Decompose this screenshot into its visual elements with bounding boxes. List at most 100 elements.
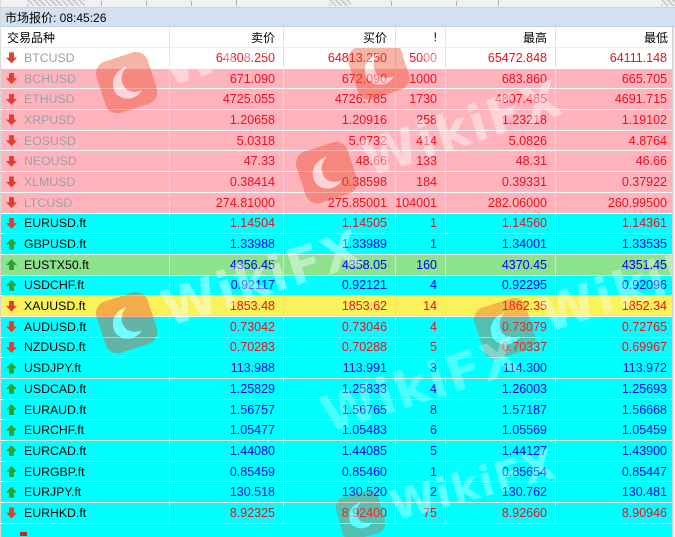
symbol-label: BTCUSD [24, 51, 75, 65]
table-row[interactable]: EURCAD.ft 1.44080 1.44085 5 1.44127 1.43… [1, 441, 675, 462]
trend-arrow-icon [6, 487, 17, 498]
table-row[interactable]: LTCUSD 274.81000 275.85001 104001 282.06… [1, 193, 675, 214]
trend-arrow-icon [6, 280, 17, 291]
spread-cell: 1 [396, 234, 446, 254]
high-cell: 1.57187 [446, 400, 556, 420]
ask-cell: 672.090 [284, 69, 396, 89]
header-ask[interactable]: 买价 [284, 27, 396, 47]
low-cell: 130.481 [556, 482, 675, 502]
table-row[interactable]: USDCHF.ft 0.92117 0.92121 4 0.92295 0.92… [1, 276, 675, 297]
spread-cell: 104001 [396, 193, 446, 213]
low-cell: 1.43900 [556, 441, 675, 461]
trend-arrow-icon [6, 321, 17, 332]
table-row[interactable]: EURHKD.ft 8.92325 8.92400 75 8.92660 8.9… [1, 503, 675, 524]
table-row[interactable]: NEOUSD 47.33 48.66 133 48.31 46.66 [1, 151, 675, 172]
ask-cell: 0.92121 [284, 276, 396, 296]
low-cell: 0.72765 [556, 317, 675, 337]
low-cell: 4691.715 [556, 89, 675, 109]
low-cell: 8.90946 [556, 503, 675, 523]
low-cell: 113.972 [556, 358, 675, 378]
low-cell: 4.8764 [556, 131, 675, 151]
header-high[interactable]: 最高 [446, 27, 556, 47]
bid-cell: 1.14504 [170, 214, 284, 234]
table-row[interactable]: EURAUD.ft 1.56757 1.56765 8 1.57187 1.56… [1, 400, 675, 421]
high-cell: 0.92295 [446, 276, 556, 296]
table-row-partial[interactable] [1, 524, 675, 537]
bid-cell: 47.33 [170, 151, 284, 171]
table-row[interactable]: USDCAD.ft 1.25829 1.25833 4 1.26003 1.25… [1, 379, 675, 400]
low-cell: 665.705 [556, 69, 675, 89]
bid-cell: 4725.055 [170, 89, 284, 109]
header-low[interactable]: 最低 [556, 27, 675, 47]
table-row[interactable]: XAUUSD.ft 1853.48 1853.62 14 1862.35 185… [1, 296, 675, 317]
bid-cell: 1.20658 [170, 110, 284, 130]
symbol-cell: BTCUSD [1, 48, 170, 68]
ask-cell: 0.38598 [284, 172, 396, 192]
table-row[interactable]: EURJPY.ft 130.518 130.520 2 130.762 130.… [1, 482, 675, 503]
ask-cell: 48.66 [284, 151, 396, 171]
symbol-cell: NZDUSD.ft [1, 338, 170, 358]
symbol-label: EURUSD.ft [24, 216, 86, 230]
table-row[interactable]: EURGBP.ft 0.85459 0.85460 1 0.85654 0.85… [1, 462, 675, 483]
table-row[interactable]: XLMUSD 0.38414 0.38598 184 0.39331 0.379… [1, 172, 675, 193]
bid-cell: 130.518 [170, 482, 284, 502]
symbol-label: USDCAD.ft [24, 382, 86, 396]
high-cell: 130.762 [446, 482, 556, 502]
table-row[interactable]: BCHUSD 671.090 672.090 1000 683.860 665.… [1, 69, 675, 90]
high-cell: 114.300 [446, 358, 556, 378]
spread-cell: 4 [396, 379, 446, 399]
bid-cell: 1.56757 [170, 400, 284, 420]
trend-arrow-icon [6, 218, 17, 229]
table-row[interactable]: NZDUSD.ft 0.70283 0.70288 5 0.70337 0.69… [1, 338, 675, 359]
table-row[interactable]: EUSTX50.ft 4356.45 4358.05 160 4370.45 4… [1, 255, 675, 276]
symbol-cell: EOSUSD [1, 131, 170, 151]
high-cell: 48.31 [446, 151, 556, 171]
spread-cell: 1 [396, 462, 446, 482]
symbol-label: EOSUSD [24, 134, 76, 148]
table-row[interactable]: XRPUSD 1.20658 1.20916 258 1.23218 1.191… [1, 110, 675, 131]
trend-arrow-icon [6, 363, 17, 374]
table-row[interactable]: EURUSD.ft 1.14504 1.14505 1 1.14560 1.14… [1, 214, 675, 235]
low-cell: 0.69967 [556, 338, 675, 358]
bid-cell: 671.090 [170, 69, 284, 89]
toolbar-tick [391, 1, 392, 6]
trend-arrow-icon [20, 532, 27, 536]
trend-arrow-icon [6, 507, 17, 518]
table-row[interactable]: EOSUSD 5.0318 5.0732 414 5.0826 4.8764 [1, 131, 675, 152]
table-row[interactable]: GBPUSD.ft 1.33988 1.33989 1 1.34001 1.33… [1, 234, 675, 255]
symbol-cell: EURJPY.ft [1, 482, 170, 502]
header-symbol[interactable]: 交易品种 [1, 27, 170, 47]
table-row[interactable]: AUDUSD.ft 0.73042 0.73046 4 0.73079 0.72… [1, 317, 675, 338]
table-row[interactable]: BTCUSD 64808.250 64813.250 5000 65472.84… [1, 48, 675, 69]
symbol-label: USDCHF.ft [24, 278, 84, 292]
high-cell: 683.860 [446, 69, 556, 89]
symbol-cell: EURCAD.ft [1, 441, 170, 461]
bid-cell: 64808.250 [170, 48, 284, 68]
toolbar-separator [498, 0, 499, 6]
toolbar-tick [146, 1, 147, 6]
symbol-cell: USDJPY.ft [1, 358, 170, 378]
high-cell: 1862.35 [446, 296, 556, 316]
bid-cell: 1853.48 [170, 296, 284, 316]
table-row[interactable]: ETHUSD 4725.055 4726.785 1730 4807.485 4… [1, 89, 675, 110]
symbol-cell: EURUSD.ft [1, 214, 170, 234]
symbol-cell: NEOUSD [1, 151, 170, 171]
spread-cell: 5 [396, 338, 446, 358]
bid-cell: 1.33988 [170, 234, 284, 254]
header-bid[interactable]: 卖价 [170, 27, 284, 47]
ask-cell: 4358.05 [284, 255, 396, 275]
table-row[interactable]: USDJPY.ft 113.988 113.991 3 114.300 113.… [1, 358, 675, 379]
symbol-label: EURAUD.ft [24, 403, 86, 417]
high-cell: 5.0826 [446, 131, 556, 151]
header-spread[interactable]: ! [396, 27, 446, 47]
ask-cell: 5.0732 [284, 131, 396, 151]
table-row[interactable]: EURCHF.ft 1.05477 1.05483 6 1.05569 1.05… [1, 420, 675, 441]
spread-cell: 5 [396, 441, 446, 461]
low-cell: 1.05459 [556, 420, 675, 440]
symbol-cell: XRPUSD [1, 110, 170, 130]
symbol-label: BCHUSD [24, 72, 76, 86]
symbol-cell: EURGBP.ft [1, 462, 170, 482]
market-watch-titlebar[interactable]: 市场报价: 08:45:26 [1, 8, 675, 27]
low-cell: 260.99500 [556, 193, 675, 213]
low-cell: 1852.34 [556, 296, 675, 316]
